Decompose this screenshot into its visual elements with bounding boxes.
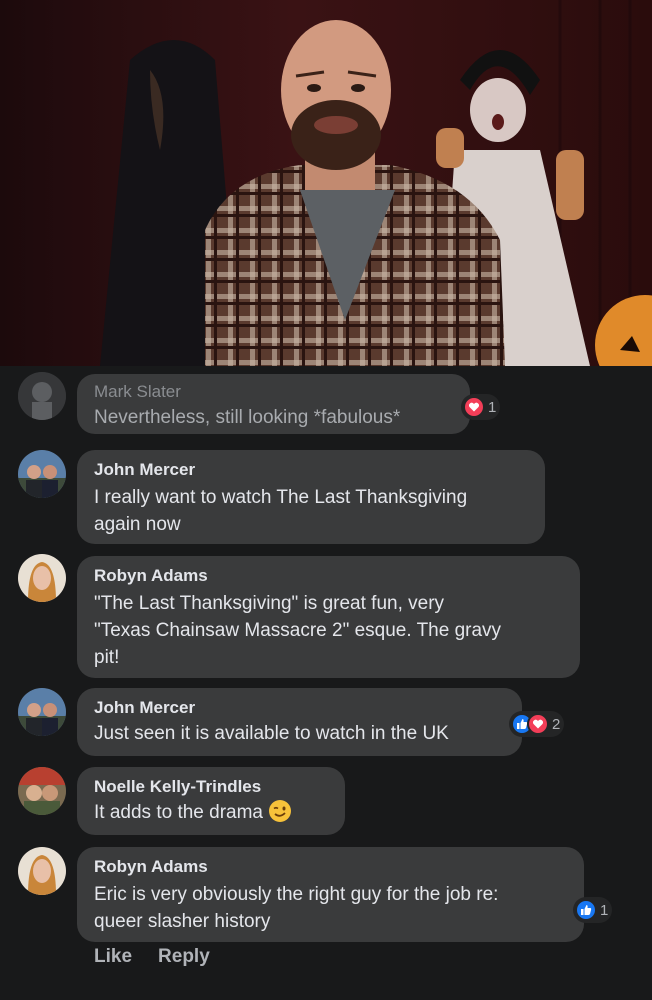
- comment-text: I really want to watch The Last Thanksgi…: [94, 484, 528, 538]
- comment-bubble[interactable]: John Mercer Just seen it is available to…: [77, 688, 522, 756]
- winking-face-icon: [268, 799, 292, 823]
- avatar[interactable]: [18, 688, 66, 736]
- reaction-summary[interactable]: 2: [509, 711, 565, 737]
- avatar[interactable]: [18, 554, 66, 602]
- comment-bubble[interactable]: Robyn Adams Eric is very obviously the r…: [77, 847, 584, 942]
- comment-author[interactable]: Mark Slater: [94, 382, 453, 402]
- comment-text-line: queer slasher history: [94, 911, 271, 932]
- comment-bubble[interactable]: Noelle Kelly-Trindles It adds to the dra…: [77, 767, 345, 835]
- comment-text: Just seen it is available to watch in th…: [94, 723, 449, 744]
- reaction-summary[interactable]: 1: [573, 897, 613, 923]
- comment-text-line: again now: [94, 514, 181, 535]
- comment-text-line: pit!: [94, 647, 120, 668]
- comment-author[interactable]: Noelle Kelly-Trindles: [94, 777, 328, 797]
- reaction-count: 2: [552, 715, 561, 733]
- comment-list: Mark Slater Nevertheless, still looking …: [0, 366, 652, 1000]
- avatar[interactable]: [18, 767, 66, 815]
- like-button[interactable]: Like: [94, 946, 132, 968]
- comment-text-line: "Texas Chainsaw Massacre 2" esque. The g…: [94, 620, 502, 641]
- reply-button[interactable]: Reply: [158, 946, 210, 968]
- reaction-count: 1: [600, 901, 609, 919]
- avatar[interactable]: [18, 450, 66, 498]
- avatar[interactable]: [18, 372, 66, 420]
- comment-author[interactable]: Robyn Adams: [94, 566, 563, 586]
- comment-bubble[interactable]: Mark Slater Nevertheless, still looking …: [77, 374, 470, 434]
- heart-icon: [527, 713, 549, 735]
- thumbs-up-icon: [575, 899, 597, 921]
- comment-bubble[interactable]: Robyn Adams "The Last Thanksgiving" is g…: [77, 556, 580, 678]
- reaction-summary[interactable]: 1: [461, 394, 501, 420]
- live-video-frame[interactable]: [0, 0, 652, 366]
- heart-icon: [463, 396, 485, 418]
- avatar[interactable]: [18, 847, 66, 895]
- comment-text: It adds to the drama: [94, 799, 328, 826]
- comment-text-line: Eric is very obviously the right guy for…: [94, 884, 499, 905]
- comment-author[interactable]: John Mercer: [94, 460, 528, 480]
- comment-author[interactable]: Robyn Adams: [94, 857, 567, 877]
- comment-text: Nevertheless, still looking *fabulous*: [94, 407, 401, 428]
- reaction-count: 1: [488, 398, 497, 416]
- comment-author[interactable]: John Mercer: [94, 698, 505, 718]
- comment-bubble[interactable]: John Mercer I really want to watch The L…: [77, 450, 545, 544]
- comment-actions: Like Reply: [94, 946, 210, 968]
- comment-text: "The Last Thanksgiving" is great fun, ve…: [94, 590, 563, 671]
- comment-text: Eric is very obviously the right guy for…: [94, 881, 567, 935]
- comment-text-line: I really want to watch The Last Thanksgi…: [94, 487, 468, 508]
- comment-text-content: It adds to the drama: [94, 802, 263, 823]
- comment-text-line: "The Last Thanksgiving" is great fun, ve…: [94, 593, 445, 614]
